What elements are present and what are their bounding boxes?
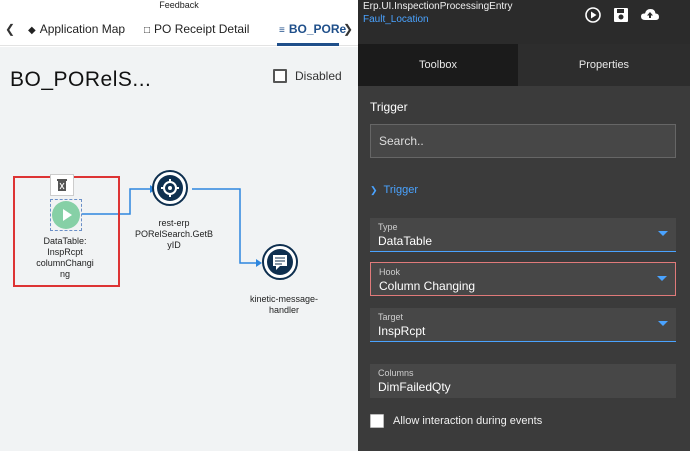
event-link[interactable]: Fault_Location	[363, 14, 429, 25]
field-label: Columns	[378, 368, 414, 378]
rest-erp-node[interactable]	[152, 170, 188, 206]
field-value: Column Changing	[379, 279, 476, 293]
type-select[interactable]: Type DataTable	[370, 218, 676, 252]
delete-node-button[interactable]	[50, 174, 74, 196]
allow-interaction-checkbox[interactable]	[370, 414, 384, 428]
columns-field[interactable]: Columns DimFailedQty	[370, 364, 676, 398]
field-value: DataTable	[378, 234, 433, 248]
field-value: DimFailedQty	[378, 380, 451, 394]
play-icon	[52, 201, 80, 229]
cloud-upload-icon[interactable]	[640, 6, 659, 24]
designer-canvas-panel: Feedback ❮ ◆ Application Map □ PO Receipt …	[0, 0, 358, 451]
tab-properties[interactable]: Properties	[518, 44, 690, 86]
trigger-group-label: Trigger	[383, 184, 418, 196]
caret-down-icon	[658, 321, 668, 326]
trigger-node-label: DataTable: InspRcpt columnChangi ng	[36, 236, 94, 279]
trigger-group-toggle[interactable]: ❯ Trigger	[370, 184, 418, 196]
message-icon	[267, 249, 293, 275]
app-header: Erp.UI.InspectionProcessingEntry Fault_L…	[358, 0, 690, 44]
run-icon[interactable]	[584, 6, 602, 24]
field-label: Type	[378, 222, 398, 232]
caret-down-icon	[658, 231, 668, 236]
rest-erp-node-label: rest-erp PORelSearch.GetB yID	[134, 218, 214, 250]
chevron-down-icon: ❯	[370, 185, 378, 195]
search-input[interactable]: Search..	[370, 124, 676, 158]
panel-tabs: Toolbox Properties	[358, 44, 690, 86]
message-handler-node[interactable]	[262, 244, 298, 280]
app-title: Erp.UI.InspectionProcessingEntry	[363, 1, 513, 12]
target-select[interactable]: Target InspRcpt	[370, 308, 676, 342]
field-value: InspRcpt	[378, 324, 426, 338]
tab-toolbox[interactable]: Toolbox	[358, 44, 518, 86]
properties-panel: Erp.UI.InspectionProcessingEntry Fault_L…	[358, 0, 690, 451]
gear-icon	[157, 175, 183, 201]
hook-select[interactable]: Hook Column Changing	[370, 262, 676, 296]
caret-down-icon	[657, 276, 667, 281]
allow-interaction-toggle[interactable]: Allow interaction during events	[370, 414, 542, 428]
save-icon[interactable]	[612, 6, 630, 24]
field-label: Target	[378, 312, 404, 322]
allow-interaction-label: Allow interaction during events	[393, 415, 543, 427]
message-handler-node-label: kinetic-message- handler	[249, 294, 319, 315]
section-title: Trigger	[370, 100, 408, 114]
field-label: Hook	[379, 267, 401, 277]
trigger-node[interactable]	[50, 199, 82, 231]
trash-icon	[57, 179, 67, 191]
